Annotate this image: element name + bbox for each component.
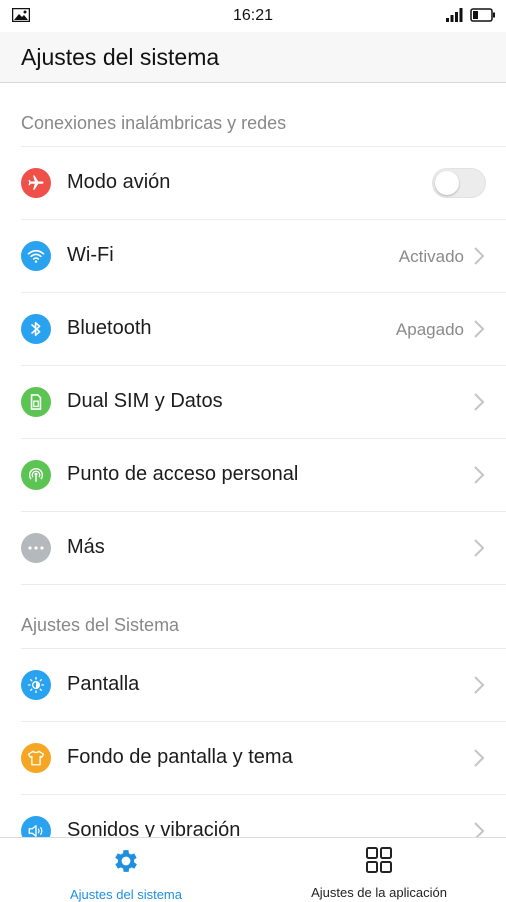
- settings-item-value: Activado: [398, 247, 464, 266]
- chevron-right-icon: [474, 749, 485, 767]
- tab-system-settings[interactable]: Ajustes del sistema: [40, 838, 212, 902]
- chevron-right-icon: [474, 539, 485, 557]
- signal-icon: [446, 8, 464, 27]
- settings-item-more[interactable]: Más: [21, 511, 506, 584]
- display-icon: [21, 670, 51, 700]
- chevron-right-icon: [474, 320, 485, 338]
- status-bar: 16:21: [0, 0, 506, 32]
- page-title: Ajustes del sistema: [21, 44, 220, 70]
- app-bar: Ajustes del sistema: [0, 32, 506, 83]
- settings-item-dual-sim[interactable]: Dual SIM y Datos: [21, 365, 506, 438]
- section-header-label: Ajustes del Sistema: [21, 615, 180, 635]
- settings-item-label: Punto de acceso personal: [67, 463, 299, 485]
- section-header-system: Ajustes del Sistema: [21, 584, 506, 648]
- gear-icon: [111, 846, 141, 881]
- hotspot-icon: [21, 460, 51, 490]
- bluetooth-icon: [21, 314, 51, 344]
- settings-item-airplane-mode[interactable]: Modo avión: [21, 146, 506, 219]
- battery-icon: [470, 8, 496, 27]
- chevron-right-icon: [474, 676, 485, 694]
- settings-item-sounds[interactable]: Sonidos y vibración: [21, 794, 506, 837]
- tab-label: Ajustes del sistema: [70, 887, 182, 902]
- settings-item-hotspot[interactable]: Punto de acceso personal: [21, 438, 506, 511]
- settings-item-label: Modo avión: [67, 171, 171, 193]
- airplane-mode-toggle[interactable]: [432, 168, 486, 198]
- settings-item-bluetooth[interactable]: Bluetooth Apagado: [21, 292, 506, 365]
- tab-app-settings[interactable]: Ajustes de la aplicación: [290, 838, 468, 900]
- settings-list[interactable]: Conexiones inalámbricas y redes Modo avi…: [0, 83, 506, 837]
- chevron-right-icon: [474, 822, 485, 837]
- settings-item-label: Fondo de pantalla y tema: [67, 746, 293, 768]
- settings-item-display[interactable]: Pantalla: [21, 648, 506, 721]
- settings-item-wallpaper-theme[interactable]: Fondo de pantalla y tema: [21, 721, 506, 794]
- grid-icon: [365, 846, 393, 879]
- bottom-nav: Ajustes del sistema Ajustes de la aplica…: [0, 837, 506, 902]
- settings-item-label: Bluetooth: [67, 317, 152, 339]
- chevron-right-icon: [474, 393, 485, 411]
- settings-item-label: Sonidos y vibración: [67, 819, 241, 837]
- settings-item-label: Pantalla: [67, 673, 140, 695]
- chevron-right-icon: [474, 466, 485, 484]
- section-header-label: Conexiones inalámbricas y redes: [21, 113, 287, 133]
- tab-label: Ajustes de la aplicación: [311, 885, 447, 900]
- settings-item-label: Dual SIM y Datos: [67, 390, 223, 412]
- speaker-icon: [21, 816, 51, 837]
- chevron-right-icon: [474, 247, 485, 265]
- settings-item-value: Apagado: [395, 320, 464, 339]
- toggle-knob: [435, 171, 459, 195]
- settings-item-label: Wi-Fi: [67, 244, 114, 266]
- sim-card-icon: [21, 387, 51, 417]
- status-time: 16:21: [232, 7, 274, 24]
- section-header-wireless: Conexiones inalámbricas y redes: [0, 83, 506, 146]
- settings-item-wifi[interactable]: Wi-Fi Activado: [21, 219, 506, 292]
- airplane-icon: [21, 168, 51, 198]
- more-icon: [21, 533, 51, 563]
- shirt-icon: [21, 743, 51, 773]
- settings-item-label: Más: [67, 536, 105, 558]
- wifi-icon: [21, 241, 51, 271]
